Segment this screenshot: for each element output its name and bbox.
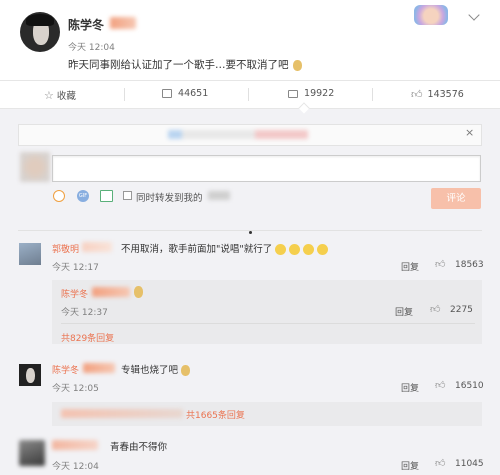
comment-avatar[interactable] — [19, 243, 41, 265]
sync-repost-label: 同时转发到我的 — [136, 193, 203, 204]
doge-emoji-icon — [134, 286, 143, 298]
thumbs-up-icon: 👍︎ — [411, 88, 423, 101]
sub-reply-divider — [61, 323, 475, 324]
comment-text: 不用取消，歌手前面加"说唱"就行了 — [121, 241, 329, 255]
gif-icon[interactable]: GIF — [77, 190, 89, 202]
star-icon: ☆ — [44, 88, 54, 102]
divider-comments — [18, 230, 482, 231]
sub-reply-time: 今天 12:37 — [61, 308, 108, 318]
comment-text: 青春由不得你 — [110, 442, 168, 453]
comment-avatar[interactable] — [19, 440, 45, 466]
comment-text-content: 不用取消，歌手前面加"说唱"就行了 — [121, 244, 273, 255]
comment-time: 今天 12:04 — [52, 462, 99, 472]
doge-emoji-icon — [292, 59, 302, 71]
comment-author[interactable]: 郭敬明 — [52, 242, 79, 255]
sub-reply-like-count: 2275 — [450, 305, 473, 315]
favorite-button[interactable]: ☆ 收藏 — [44, 88, 76, 103]
comment-reply-button[interactable]: 回复 — [401, 459, 419, 472]
post-author-name[interactable]: 陈学冬 — [68, 16, 104, 33]
comment-like-count: 18563 — [455, 260, 484, 270]
comment-time: 今天 12:17 — [52, 263, 99, 273]
comment-text: 专辑也烧了吧 — [121, 362, 191, 376]
comment-reply-button[interactable]: 回复 — [401, 381, 419, 394]
comment-text-content: 专辑也烧了吧 — [121, 365, 179, 376]
comment-like-count: 16510 — [455, 381, 484, 391]
post-time: 今天 12:04 — [68, 43, 115, 53]
view-more-replies-link[interactable]: 共829条回复 — [61, 331, 114, 344]
post-avatar[interactable] — [20, 12, 60, 52]
comment-author[interactable]: 陈学冬 — [52, 363, 79, 376]
comment-like-count: 11045 — [455, 459, 484, 469]
action-separator-1 — [124, 88, 125, 101]
thumbs-up-icon[interactable]: 👍︎ — [435, 457, 445, 469]
thumbs-up-icon[interactable]: 👍︎ — [435, 379, 445, 391]
thumbs-up-icon[interactable]: 👍︎ — [435, 258, 445, 270]
close-icon[interactable]: × — [465, 126, 474, 139]
like-button[interactable]: 👍︎ 143576 — [411, 88, 464, 101]
comment-icon — [288, 89, 298, 98]
loading-dot — [249, 231, 252, 234]
laugh-emoji-icon — [317, 244, 329, 255]
chevron-down-icon[interactable] — [468, 9, 480, 21]
sync-repost-checkbox[interactable] — [123, 191, 132, 200]
comment-time: 今天 12:05 — [52, 384, 99, 394]
notice-banner-content — [168, 130, 308, 139]
submit-comment-button[interactable]: 评论 — [431, 188, 481, 209]
favorite-label: 收藏 — [56, 91, 76, 102]
laugh-emoji-icon — [275, 244, 287, 255]
emoji-icon[interactable] — [53, 190, 65, 202]
comment-count: 19922 — [304, 88, 335, 99]
comment-reply-button[interactable]: 回复 — [401, 260, 419, 273]
sub-reply-reply-button[interactable]: 回复 — [395, 305, 413, 318]
comment-author[interactable] — [52, 440, 98, 450]
divider-top — [0, 80, 500, 81]
laugh-emoji-icon — [303, 244, 315, 255]
current-user-avatar[interactable] — [20, 152, 50, 182]
comment-author-badge — [83, 363, 115, 373]
image-icon[interactable] — [100, 190, 113, 202]
sub-reply-author[interactable]: 陈学冬 — [61, 287, 88, 300]
sync-repost-label-tail — [208, 191, 230, 200]
comment-button[interactable]: 19922 — [288, 88, 334, 99]
like-count: 143576 — [427, 89, 464, 100]
post-text: 昨天同事刚给认证加了一个歌手…要不取消了吧 — [68, 57, 302, 72]
comment-avatar[interactable] — [19, 364, 41, 386]
repost-count: 44651 — [178, 88, 209, 99]
action-separator-2 — [248, 88, 249, 101]
action-separator-3 — [372, 88, 373, 101]
doge-emoji-icon — [181, 365, 191, 376]
decoration-avatar-icon — [414, 5, 448, 25]
view-more-replies-link[interactable]: 共1665条回复 — [186, 408, 245, 421]
post-text-content: 昨天同事刚给认证加了一个歌手…要不取消了吧 — [68, 59, 289, 71]
submit-comment-label: 评论 — [446, 193, 466, 204]
laugh-emoji-icon — [289, 244, 301, 255]
verified-badge — [110, 17, 136, 29]
comment-author-badge — [82, 242, 112, 252]
comment-input[interactable] — [52, 155, 481, 182]
repost-button[interactable]: 44651 — [162, 88, 208, 99]
repost-icon — [162, 89, 172, 98]
thumbs-up-icon[interactable]: 👍︎ — [430, 303, 440, 315]
sub-reply-author-badge — [92, 287, 130, 297]
sub-reply-preview-text — [61, 409, 183, 418]
